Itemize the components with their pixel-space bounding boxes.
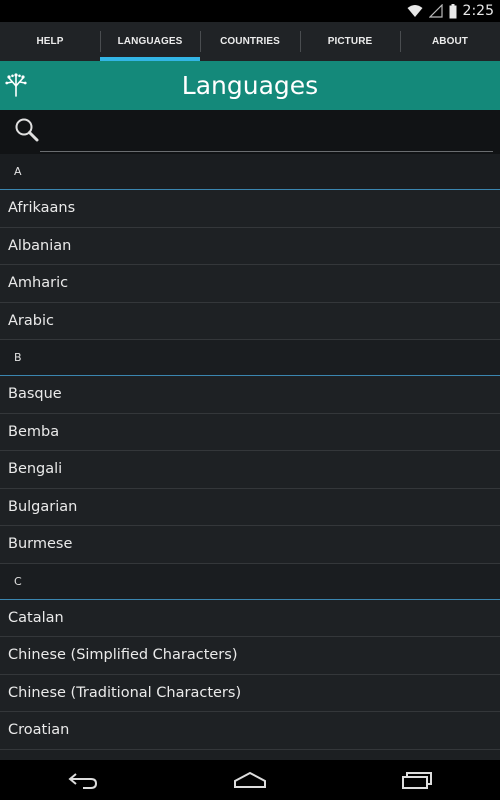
wifi-icon: [407, 5, 423, 17]
tab-picture[interactable]: PICTURE: [300, 22, 400, 61]
language-list: A Afrikaans Albanian Amharic Arabic B Ba…: [0, 154, 500, 760]
home-icon: [233, 771, 266, 788]
recent-apps-button[interactable]: [387, 760, 447, 800]
search-bar: [0, 110, 500, 154]
list-item[interactable]: Amharic: [0, 265, 500, 303]
home-button[interactable]: [220, 760, 280, 800]
clock: 2:25: [462, 3, 494, 19]
title-bar: Languages: [0, 61, 500, 110]
section-letter: B: [14, 351, 22, 364]
back-icon: [68, 773, 98, 789]
page-title: Languages: [181, 71, 319, 100]
back-button[interactable]: [53, 760, 113, 800]
battery-icon: [449, 3, 457, 18]
search-input[interactable]: [40, 120, 493, 152]
section-letter: A: [14, 165, 22, 178]
section-header-a: A: [0, 154, 500, 190]
list-item[interactable]: Arabic: [0, 302, 500, 340]
search-icon[interactable]: [14, 117, 40, 143]
list-item[interactable]: Catalan: [0, 599, 500, 637]
recent-apps-icon: [401, 772, 432, 789]
status-bar: 2:25: [0, 0, 500, 22]
section-header-c: C: [0, 563, 500, 600]
signal-icon: [428, 4, 443, 18]
app-logo-icon: [5, 73, 27, 97]
section-header-b: B: [0, 340, 500, 376]
tab-countries[interactable]: COUNTRIES: [200, 22, 300, 61]
tab-help[interactable]: HELP: [0, 22, 100, 61]
tab-bar: HELP LANGUAGES COUNTRIES PICTURE ABOUT: [0, 22, 500, 61]
section-letter: C: [14, 574, 22, 588]
list-item[interactable]: Croatian: [0, 712, 500, 750]
list-item[interactable]: Bemba: [0, 413, 500, 451]
system-navigation-bar: [0, 760, 500, 800]
tab-languages[interactable]: LANGUAGES: [100, 22, 200, 61]
list-item[interactable]: Bengali: [0, 451, 500, 489]
tab-about[interactable]: ABOUT: [400, 22, 500, 61]
list-item[interactable]: Chinese (Simplified Characters): [0, 637, 500, 675]
list-item[interactable]: Afrikaans: [0, 190, 500, 228]
list-item[interactable]: Basque: [0, 376, 500, 414]
list-item[interactable]: Bulgarian: [0, 488, 500, 526]
list-item[interactable]: Chinese (Traditional Characters): [0, 674, 500, 712]
list-item[interactable]: Burmese: [0, 526, 500, 564]
list-item[interactable]: Albanian: [0, 227, 500, 265]
